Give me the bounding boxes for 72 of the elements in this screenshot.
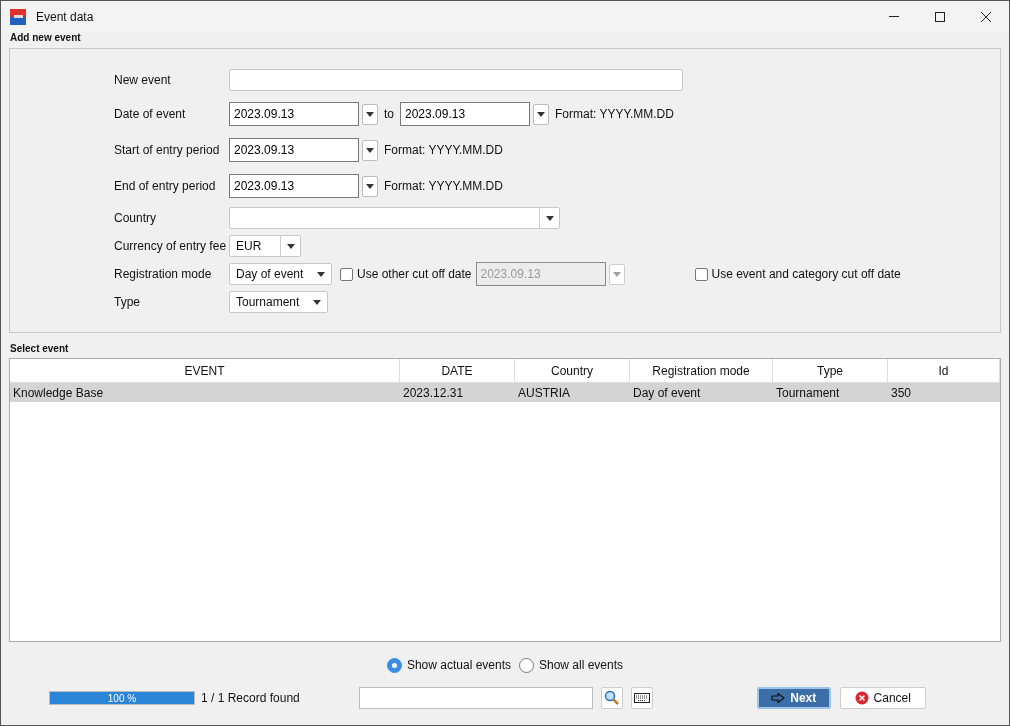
column-header[interactable]: EVENT (10, 359, 400, 382)
field-label: Currency of entry fee (114, 238, 228, 255)
column-header[interactable]: DATE (400, 359, 515, 382)
field-label: Date of event (114, 106, 187, 123)
caret-icon (366, 147, 374, 153)
caret-icon (286, 243, 295, 249)
checkbox-label: Use other cut off date (357, 266, 472, 283)
field-label: Start of entry period (114, 142, 221, 159)
dropdown-button[interactable] (362, 103, 378, 125)
window-title: Event data (36, 8, 94, 26)
column-header[interactable]: Id (888, 359, 1000, 382)
caret-icon (313, 299, 321, 305)
keyboard-icon (633, 693, 650, 703)
caret-icon (317, 271, 325, 277)
table-row[interactable]: Knowledge Base 2023.12.31 AUSTRIA Day of event Tournament 350 (10, 383, 1000, 402)
minimize-icon (889, 16, 899, 17)
table-cell-text: 350 (890, 384, 913, 402)
dropdown-button[interactable] (533, 103, 549, 125)
date-field[interactable]: 2023.09.13 (229, 174, 359, 198)
group-title: Add new event (10, 32, 82, 44)
group-title: Select event (10, 343, 70, 355)
column-header[interactable]: Type (773, 359, 888, 382)
event-name-field[interactable] (229, 69, 683, 91)
maximize-icon (935, 11, 945, 22)
format-hint: Format: YYYY.MM.DD (384, 178, 503, 195)
close-icon (981, 11, 991, 22)
column-header[interactable]: Country (515, 359, 630, 382)
next-button[interactable]: Next (756, 687, 831, 709)
search-button[interactable] (600, 687, 623, 709)
radio-button[interactable] (386, 657, 402, 673)
search-field[interactable] (358, 687, 593, 709)
caret-icon (537, 111, 545, 117)
keyboard-button[interactable] (630, 687, 653, 709)
table-cell-text: Day of event (632, 384, 702, 402)
caret-icon (545, 215, 554, 221)
column-header[interactable]: Registration mode (630, 359, 773, 382)
radio-label: Show all events (539, 657, 624, 674)
field-label: End of entry period (114, 178, 217, 195)
field-label: Type (114, 294, 141, 311)
format-hint: Format: YYYY.MM.DD (555, 106, 674, 123)
dropdown-field[interactable]: Tournament (229, 291, 328, 313)
close-icon (854, 691, 869, 705)
date-field[interactable]: 2023.09.13 (400, 102, 530, 126)
range-label: to (384, 106, 394, 123)
field-label: New event (114, 72, 172, 89)
arrow-right-icon (771, 693, 786, 703)
cancel-button[interactable]: Cancel (839, 687, 926, 709)
app-logo-icon (10, 8, 26, 25)
table-cell-text: 2023.12.31 (402, 384, 465, 402)
dropdown-field[interactable]: EUR (229, 235, 301, 257)
dropdown-field[interactable]: Day of event (229, 263, 332, 285)
dropdown-button[interactable] (362, 175, 378, 197)
table-cell-text: Tournament (775, 384, 841, 402)
field-label: Country (114, 210, 158, 227)
caret-icon (366, 111, 374, 117)
radio-label: Show actual events (406, 657, 511, 674)
checkbox-label: Use event and category cut off date (711, 266, 901, 283)
date-field[interactable]: 2023.09.13 (229, 138, 359, 162)
caret-icon (612, 271, 621, 277)
checkbox[interactable] (694, 267, 708, 281)
table-cell-text: Knowledge Base (12, 384, 105, 402)
dropdown-button[interactable] (362, 139, 378, 161)
record-count: 1 / 1 Record found (201, 690, 300, 707)
date-field[interactable]: 2023.09.13 (229, 102, 359, 126)
radio-button[interactable] (519, 657, 534, 673)
progress-text: 100 % (106, 692, 138, 704)
search-icon (603, 690, 620, 706)
dropdown-field[interactable] (229, 207, 560, 229)
field-label: Registration mode (114, 266, 213, 283)
caret-icon (366, 183, 374, 189)
format-hint: Format: YYYY.MM.DD (384, 142, 503, 159)
table-cell-text: AUSTRIA (517, 384, 571, 402)
